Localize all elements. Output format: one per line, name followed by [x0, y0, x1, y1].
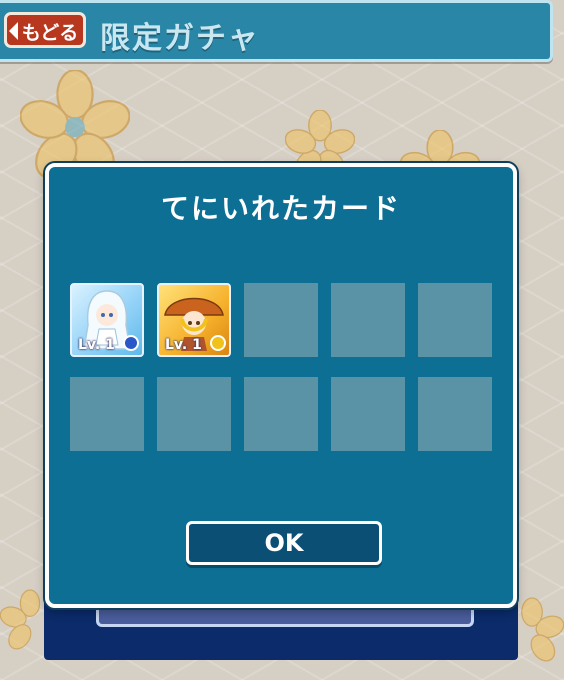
card-level: Lv. 1: [78, 337, 115, 353]
empty-card-slot: [244, 283, 318, 357]
yellow-attribute-icon: [210, 335, 226, 351]
empty-card-slot: [418, 283, 492, 357]
back-button-label: もどる: [21, 22, 79, 44]
header-bar: もどる 限定ガチャ: [0, 0, 553, 62]
card-slot-2[interactable]: Lv. 1: [157, 283, 231, 357]
empty-card-slot: [70, 377, 144, 451]
empty-card-slot: [157, 377, 231, 451]
blue-attribute-icon: [123, 335, 139, 351]
card-level: Lv. 1: [165, 337, 202, 353]
empty-card-slot: [331, 377, 405, 451]
ok-button[interactable]: OK: [186, 521, 382, 565]
empty-card-slot: [418, 377, 492, 451]
empty-card-slot: [244, 377, 318, 451]
dialog-title: てにいれたカード: [160, 192, 401, 225]
page-title: 限定ガチャ: [100, 21, 260, 56]
card-slot-1[interactable]: Lv. 1: [70, 283, 144, 357]
back-arrow-icon: [9, 22, 18, 40]
obtained-cards-dialog: てにいれたカード Lv. 1 Lv. 1 OK: [45, 163, 517, 608]
back-button[interactable]: もどる: [4, 12, 86, 48]
empty-card-slot: [331, 283, 405, 357]
